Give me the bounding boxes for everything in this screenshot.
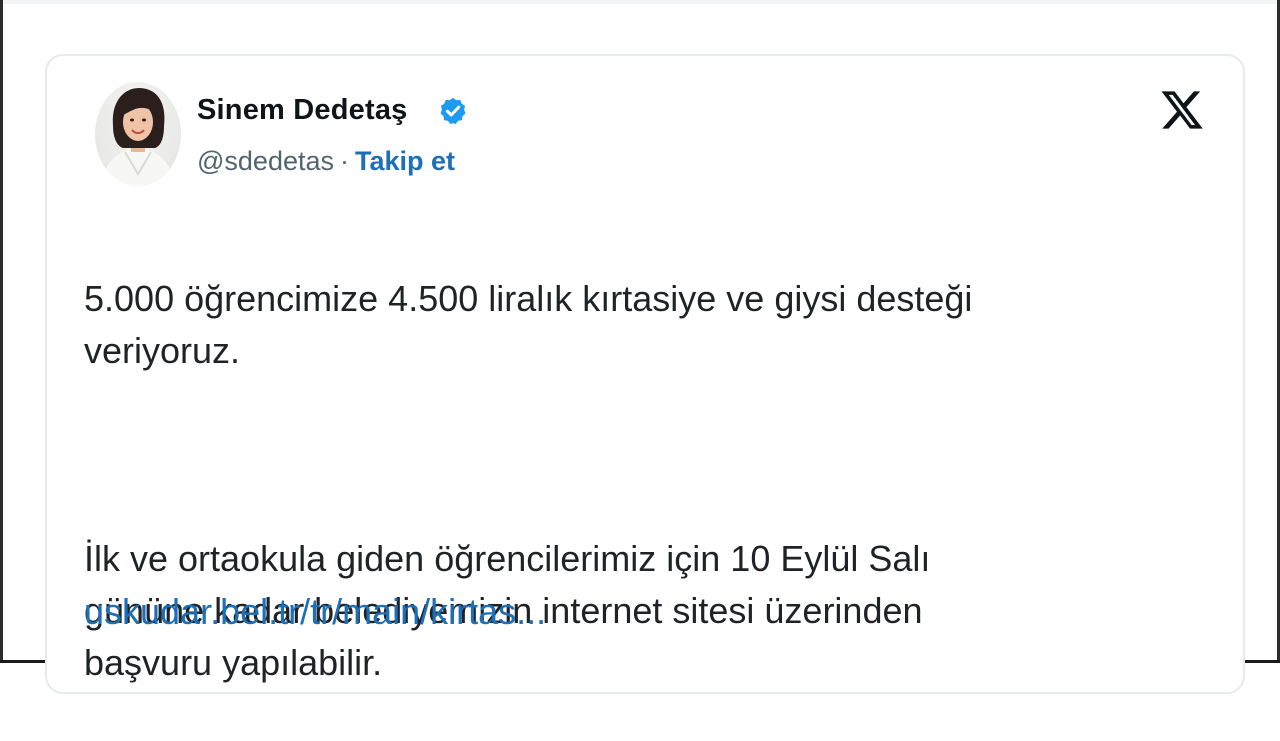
tweet-link[interactable]: uskudar.bel.tr/tr/main/kirtas...	[84, 586, 546, 638]
tweet-card: Sinem Dedetaş @sdedetas · Takip et 5.000 ö…	[45, 54, 1245, 694]
author-photo	[101, 88, 175, 186]
follow-button[interactable]: Takip et	[355, 146, 455, 176]
x-logo-icon[interactable]	[1159, 87, 1205, 133]
author-name[interactable]: Sinem Dedetaş	[197, 94, 408, 127]
verified-badge-icon	[440, 97, 466, 125]
author-handle[interactable]: @sdedetas	[197, 146, 334, 176]
author-avatar[interactable]	[95, 82, 181, 186]
left-border	[0, 0, 3, 663]
top-strip	[0, 0, 1280, 4]
author-meta: @sdedetas · Takip et	[197, 146, 455, 177]
tweet-paragraph: 5.000 öğrencimize 4.500 liralık kırtasiy…	[84, 278, 973, 371]
tweet-body: 5.000 öğrencimize 4.500 liralık kırtasiy…	[84, 221, 1204, 741]
meta-separator: ·	[340, 146, 349, 176]
